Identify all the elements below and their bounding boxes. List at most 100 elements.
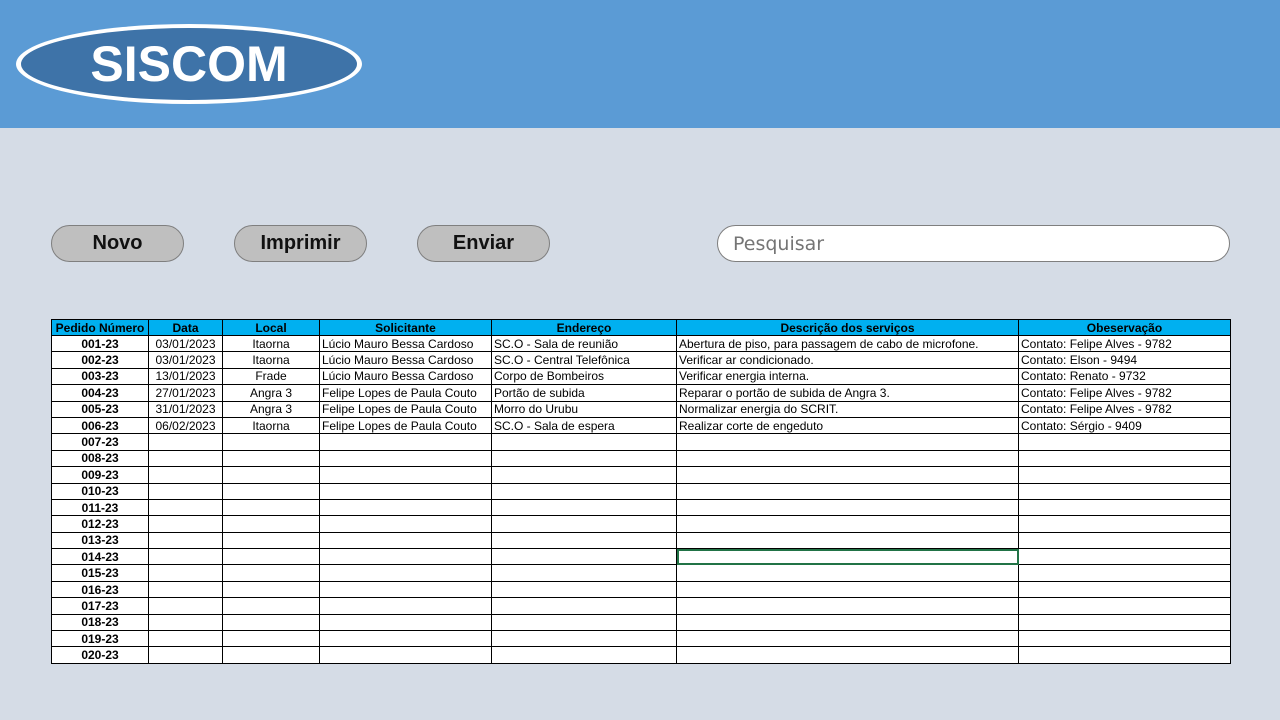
data-cell[interactable] xyxy=(148,433,223,451)
descricao-cell[interactable] xyxy=(676,613,1019,632)
local-cell[interactable]: Angra 3 xyxy=(222,400,320,418)
local-cell[interactable] xyxy=(222,449,320,468)
descricao-cell[interactable] xyxy=(676,466,1019,484)
table-row[interactable]: 003-23 13/01/2023 Frade Lúcio Mauro Bessa C… xyxy=(51,367,1231,386)
descricao-cell[interactable]: Normalizar energia do SCRIT. xyxy=(676,400,1019,418)
descricao-cell[interactable] xyxy=(676,531,1019,550)
pedido-numero-cell[interactable]: 019-23 xyxy=(51,630,149,648)
observacao-cell[interactable]: Contato: Renato - 9732 xyxy=(1018,367,1231,386)
endereco-cell[interactable]: Corpo de Bombeiros xyxy=(491,367,677,386)
pedido-numero-cell[interactable]: 005-23 xyxy=(51,400,149,418)
endereco-cell[interactable] xyxy=(491,564,677,582)
local-cell[interactable]: Frade xyxy=(222,367,320,386)
descricao-cell[interactable] xyxy=(676,564,1019,582)
solicitante-cell[interactable] xyxy=(319,613,492,632)
table-row[interactable]: 005-23 31/01/2023 Angra 3 Felipe Lopes de P… xyxy=(51,400,1231,418)
observacao-cell[interactable] xyxy=(1018,564,1231,582)
solicitante-cell[interactable] xyxy=(319,449,492,468)
solicitante-cell[interactable]: Lúcio Mauro Bessa Cardoso xyxy=(319,351,492,369)
observacao-cell[interactable] xyxy=(1018,433,1231,451)
observacao-cell[interactable]: Contato: Sérgio - 9409 xyxy=(1018,416,1231,435)
local-cell[interactable]: Itaorna xyxy=(222,351,320,369)
table-row[interactable]: 019-23 xyxy=(51,630,1231,648)
solicitante-cell[interactable] xyxy=(319,548,492,566)
solicitante-cell[interactable]: Lúcio Mauro Bessa Cardoso xyxy=(319,367,492,386)
endereco-cell[interactable]: SC.O - Sala de espera xyxy=(491,416,677,435)
col-pedido-numero-header[interactable]: Pedido Número xyxy=(51,319,149,336)
imprimir-button[interactable]: Imprimir xyxy=(234,225,367,262)
table-row[interactable]: 008-23 xyxy=(51,449,1231,468)
endereco-cell[interactable] xyxy=(491,613,677,632)
endereco-cell[interactable] xyxy=(491,498,677,517)
observacao-cell[interactable] xyxy=(1018,613,1231,632)
endereco-cell[interactable]: Morro do Urubu xyxy=(491,400,677,418)
data-cell[interactable]: 03/01/2023 xyxy=(148,351,223,369)
pedido-numero-cell[interactable]: 018-23 xyxy=(51,613,149,632)
table-row[interactable]: 004-23 27/01/2023 Angra 3 Felipe Lopes de P… xyxy=(51,384,1231,402)
data-cell[interactable]: 27/01/2023 xyxy=(148,384,223,402)
solicitante-cell[interactable] xyxy=(319,580,492,599)
data-cell[interactable] xyxy=(148,646,223,664)
observacao-cell[interactable] xyxy=(1018,498,1231,517)
data-cell[interactable]: 13/01/2023 xyxy=(148,367,223,386)
table-row[interactable]: 020-23 xyxy=(51,646,1231,664)
col-observacao-header[interactable]: Obeservação xyxy=(1018,319,1231,336)
pedido-numero-cell[interactable]: 013-23 xyxy=(51,531,149,550)
pedido-numero-cell[interactable]: 016-23 xyxy=(51,580,149,599)
descricao-cell[interactable]: Verificar ar condicionado. xyxy=(676,351,1019,369)
observacao-cell[interactable] xyxy=(1018,531,1231,550)
observacao-cell[interactable] xyxy=(1018,646,1231,664)
endereco-cell[interactable]: Portão de subida xyxy=(491,384,677,402)
endereco-cell[interactable] xyxy=(491,597,677,615)
pedido-numero-cell[interactable]: 007-23 xyxy=(51,433,149,451)
table-row[interactable]: 013-23 xyxy=(51,531,1231,550)
pedido-numero-cell[interactable]: 020-23 xyxy=(51,646,149,664)
data-cell[interactable] xyxy=(148,482,223,500)
local-cell[interactable] xyxy=(222,482,320,500)
observacao-cell[interactable]: Contato: Felipe Alves - 9782 xyxy=(1018,334,1231,353)
col-solicitante-header[interactable]: Solicitante xyxy=(319,319,492,336)
observacao-cell[interactable] xyxy=(1018,515,1231,533)
data-cell[interactable] xyxy=(148,449,223,468)
descricao-cell[interactable] xyxy=(676,433,1019,451)
table-row[interactable]: 009-23 xyxy=(51,466,1231,484)
endereco-cell[interactable] xyxy=(491,482,677,500)
local-cell[interactable] xyxy=(222,564,320,582)
local-cell[interactable] xyxy=(222,548,320,566)
table-row[interactable]: 017-23 xyxy=(51,597,1231,615)
solicitante-cell[interactable] xyxy=(319,630,492,648)
local-cell[interactable] xyxy=(222,498,320,517)
pedido-numero-cell[interactable]: 017-23 xyxy=(51,597,149,615)
table-row[interactable]: 014-23 xyxy=(51,548,1231,566)
table-row[interactable]: 002-23 03/01/2023 Itaorna Lúcio Mauro Bessa… xyxy=(51,351,1231,369)
observacao-cell[interactable]: Contato: Felipe Alves - 9782 xyxy=(1018,384,1231,402)
solicitante-cell[interactable] xyxy=(319,498,492,517)
table-row[interactable]: 012-23 xyxy=(51,515,1231,533)
solicitante-cell[interactable]: Felipe Lopes de Paula Couto xyxy=(319,400,492,418)
pedido-numero-cell[interactable]: 012-23 xyxy=(51,515,149,533)
observacao-cell[interactable] xyxy=(1018,630,1231,648)
pedido-numero-cell[interactable]: 011-23 xyxy=(51,498,149,517)
local-cell[interactable] xyxy=(222,466,320,484)
local-cell[interactable] xyxy=(222,646,320,664)
observacao-cell[interactable] xyxy=(1018,449,1231,468)
enviar-button[interactable]: Enviar xyxy=(417,225,550,262)
data-cell[interactable] xyxy=(148,613,223,632)
descricao-cell[interactable] xyxy=(676,646,1019,664)
search-input[interactable] xyxy=(717,225,1230,262)
data-cell[interactable] xyxy=(148,531,223,550)
endereco-cell[interactable] xyxy=(491,548,677,566)
pedido-numero-cell[interactable]: 002-23 xyxy=(51,351,149,369)
data-cell[interactable] xyxy=(148,630,223,648)
data-cell[interactable] xyxy=(148,515,223,533)
data-cell[interactable] xyxy=(148,466,223,484)
endereco-cell[interactable] xyxy=(491,630,677,648)
descricao-cell[interactable]: Realizar corte de engeduto xyxy=(676,416,1019,435)
data-cell[interactable]: 03/01/2023 xyxy=(148,334,223,353)
table-row[interactable]: 011-23 xyxy=(51,498,1231,517)
solicitante-cell[interactable] xyxy=(319,597,492,615)
pedido-numero-cell[interactable]: 014-23 xyxy=(51,548,149,566)
local-cell[interactable] xyxy=(222,630,320,648)
data-cell[interactable] xyxy=(148,597,223,615)
pedido-numero-cell[interactable]: 001-23 xyxy=(51,334,149,353)
